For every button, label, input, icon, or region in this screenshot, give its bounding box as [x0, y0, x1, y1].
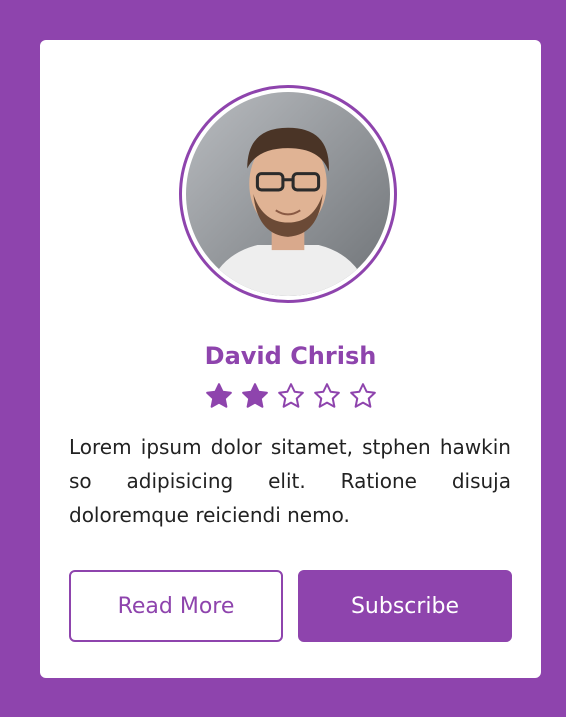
profile-name: David Chrish	[204, 342, 377, 370]
star-empty-icon	[349, 383, 376, 408]
avatar-photo	[186, 92, 390, 296]
star-filled-icon	[205, 383, 232, 408]
star-filled-icon	[241, 383, 268, 408]
star-empty-icon	[313, 383, 340, 408]
profile-description: Lorem ipsum dolor sitamet, stphen hawkin…	[69, 435, 511, 527]
subscribe-button[interactable]: Subscribe	[298, 570, 512, 642]
star-empty-icon	[277, 383, 304, 408]
star-rating	[40, 381, 541, 411]
avatar	[179, 85, 397, 303]
read-more-button[interactable]: Read More	[69, 570, 283, 642]
profile-card: David Chrish Lorem ipsum dolor sitamet, …	[40, 40, 541, 678]
